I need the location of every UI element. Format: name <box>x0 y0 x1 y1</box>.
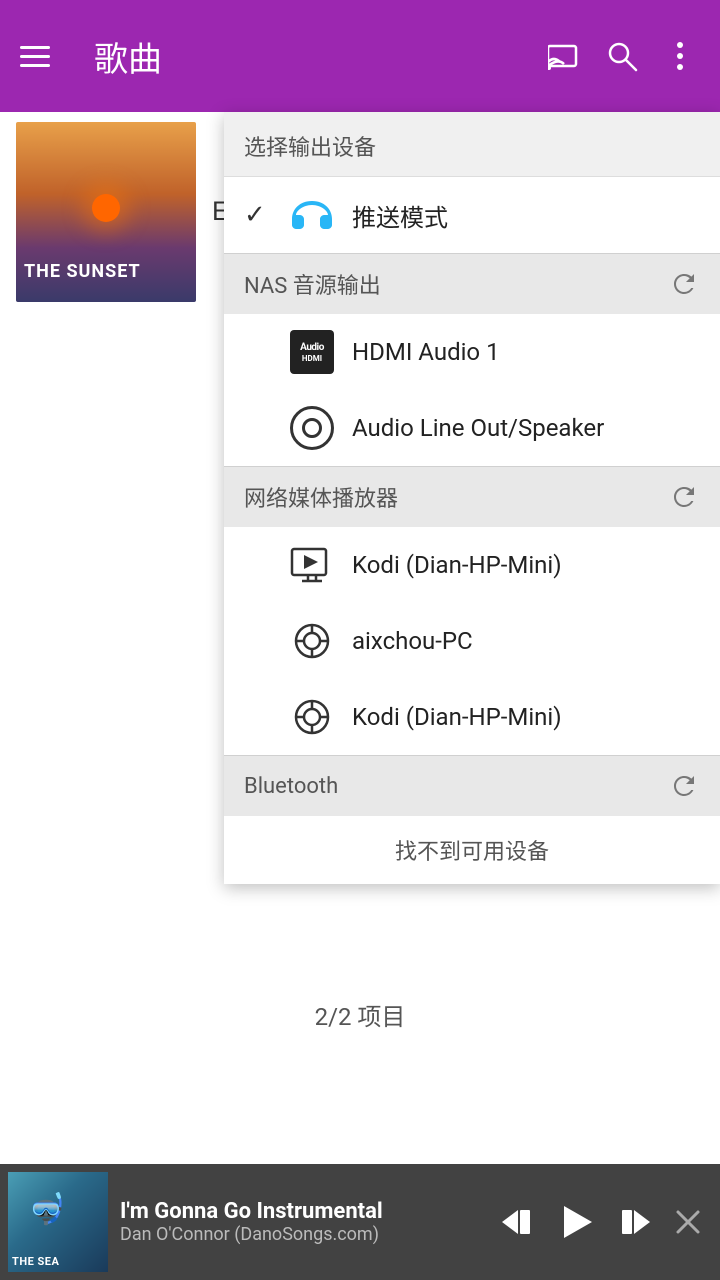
hdmi-audio-label: HDMI Audio 1 <box>352 338 700 366</box>
dropdown-header: 选择输出设备 <box>224 112 720 177</box>
network-section-header: 网络媒体播放器 <box>224 466 720 527</box>
app-header: 歌曲 <box>0 0 720 112</box>
bluetooth-section-header: Bluetooth <box>224 755 720 816</box>
hdmi-icon: Audio HDMI <box>288 328 336 376</box>
no-device-message: 找不到可用设备 <box>224 816 720 884</box>
hdmi-audio-item[interactable]: Audio HDMI HDMI Audio 1 <box>224 314 720 390</box>
network-section-label: 网络媒体播放器 <box>244 481 398 513</box>
kodi1-item[interactable]: Kodi (Dian-HP-Mini) <box>224 527 720 603</box>
more-button[interactable] <box>660 36 700 76</box>
song-thumb-label: THE SUNSET <box>24 261 141 282</box>
player-thumb-label: THE SEA <box>8 1251 63 1272</box>
song-thumbnail: THE SUNSET <box>16 122 196 302</box>
bluetooth-refresh-button[interactable] <box>668 770 700 802</box>
prev-button[interactable] <box>488 1194 544 1250</box>
page-title: 歌曲 <box>94 32 544 81</box>
menu-button[interactable] <box>20 34 64 78</box>
player-controls <box>488 1194 664 1250</box>
sync-icon <box>288 617 336 665</box>
check-icon: ✓ <box>244 200 272 230</box>
output-device-dropdown: 选择输出设备 ✓ 推送模式 NAS 音源输出 <box>224 112 720 884</box>
header-actions <box>544 36 700 76</box>
lineout-item[interactable]: Audio Line Out/Speaker <box>224 390 720 466</box>
search-button[interactable] <box>602 36 642 76</box>
kodi2-label: Kodi (Dian-HP-Mini) <box>352 703 700 731</box>
screencast-icon <box>288 541 336 589</box>
aixchou-item[interactable]: aixchou-PC <box>224 603 720 679</box>
sync-icon2 <box>288 693 336 741</box>
status-bar: 2/2 项目 <box>0 981 720 1048</box>
play-button[interactable] <box>548 1194 604 1250</box>
headphones-icon <box>288 191 336 239</box>
next-button[interactable] <box>608 1194 664 1250</box>
aixchou-label: aixchou-PC <box>352 627 700 655</box>
status-text: 2/2 项目 <box>315 1003 406 1031</box>
player-bar: THE SEA I'm Gonna Go Instrumental Dan O'… <box>0 1164 720 1280</box>
main-content: THE SUNSET En la Brisa 选择输出设备 ✓ 推送模式 NAS… <box>0 112 720 1164</box>
network-refresh-button[interactable] <box>668 481 700 513</box>
player-thumbnail[interactable]: THE SEA <box>8 1172 108 1272</box>
player-info[interactable]: I'm Gonna Go Instrumental Dan O'Connor (… <box>108 1199 488 1245</box>
close-button[interactable] <box>664 1198 712 1246</box>
kodi1-label: Kodi (Dian-HP-Mini) <box>352 551 700 579</box>
push-mode-item[interactable]: ✓ 推送模式 <box>224 177 720 253</box>
speaker-icon <box>288 404 336 452</box>
no-device-text: 找不到可用设备 <box>395 840 549 865</box>
kodi2-item[interactable]: Kodi (Dian-HP-Mini) <box>224 679 720 755</box>
dropdown-title: 选择输出设备 <box>244 136 376 161</box>
nas-refresh-button[interactable] <box>668 268 700 300</box>
bluetooth-section-label: Bluetooth <box>244 774 338 799</box>
player-artist: Dan O'Connor (DanoSongs.com) <box>120 1224 476 1245</box>
lineout-label: Audio Line Out/Speaker <box>352 414 700 442</box>
player-title: I'm Gonna Go Instrumental <box>120 1199 476 1224</box>
cast-button[interactable] <box>544 36 584 76</box>
nas-section-header: NAS 音源输出 <box>224 253 720 314</box>
nas-section-label: NAS 音源输出 <box>244 268 381 300</box>
push-mode-label: 推送模式 <box>352 198 700 233</box>
